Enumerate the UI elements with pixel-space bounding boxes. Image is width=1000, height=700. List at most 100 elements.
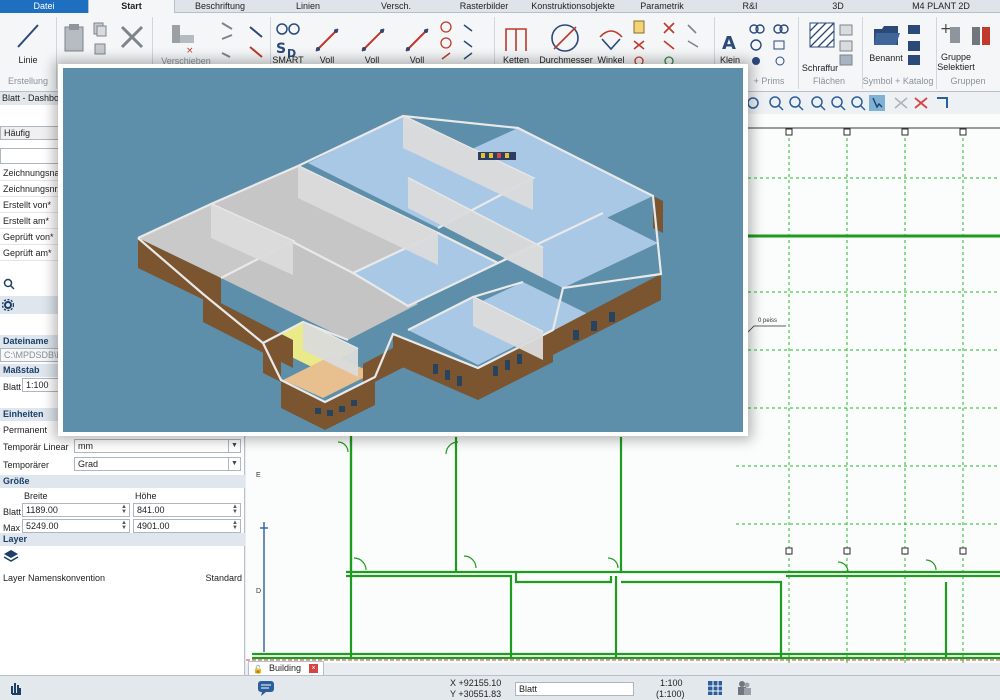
tab-beschriftung[interactable]: Beschriftung — [176, 0, 264, 13]
svg-text:+: + — [940, 21, 952, 37]
3d-preview-overlay — [58, 64, 748, 436]
grid-snap-icon[interactable] — [707, 680, 723, 696]
move-icon[interactable]: × — [168, 21, 202, 55]
cut-icon[interactable] — [92, 41, 108, 57]
close-icon[interactable]: × — [309, 664, 318, 673]
building-model — [137, 114, 663, 430]
tab-datei[interactable]: Datei — [0, 0, 88, 13]
tab-versch[interactable]: Versch. — [352, 0, 440, 13]
tab-start[interactable]: Start — [88, 0, 175, 14]
spinner-icon[interactable]: ▲ ▼ — [121, 520, 127, 531]
dimension-full-icon[interactable] — [312, 25, 342, 55]
dimension-full-icon-3[interactable] — [402, 25, 432, 55]
save-symbol-icon[interactable] — [906, 23, 924, 67]
layer-field[interactable]: Blatt — [515, 682, 634, 696]
smart-dimension-icon[interactable]: S D — [274, 21, 302, 59]
hatch-icon[interactable] — [808, 21, 836, 53]
gruppe-button[interactable]: Gruppe — [936, 53, 976, 62]
temp-winkel-label: Temporärer Winkel — [3, 460, 50, 484]
section-layer: Layer — [0, 533, 245, 546]
group-gruppen: Gruppen — [950, 76, 986, 86]
tab-ri[interactable]: R&I — [706, 0, 794, 13]
svg-text:A: A — [722, 33, 736, 54]
schraffur-button[interactable]: Schraffur — [800, 63, 840, 73]
haeufig-dropdown[interactable]: Häufig — [0, 126, 62, 140]
3d-building-render — [63, 68, 743, 432]
temp-winkel-value: Grad — [78, 459, 99, 469]
tab-m4-plant-2d[interactable]: M4 PLANT 2D — [882, 0, 1000, 13]
ribbon-tab-bar: Datei Start Beschriftung Linien Versch. … — [0, 0, 1000, 14]
chain-dimension-icon[interactable] — [502, 23, 530, 55]
copy-icon[interactable] — [92, 21, 108, 37]
spinner-icon[interactable]: ▲ ▼ — [121, 504, 127, 515]
users-icon[interactable] — [736, 680, 752, 696]
grid-label-e: E — [256, 472, 261, 479]
diameter-icon[interactable] — [548, 21, 582, 55]
dimension-full-icon-2[interactable] — [358, 25, 388, 55]
tab-linien[interactable]: Linien — [264, 0, 352, 13]
line-tool-icon[interactable] — [14, 21, 42, 51]
grid-lines — [736, 132, 1000, 663]
gear-icon[interactable] — [2, 299, 14, 311]
dateiname-field[interactable]: C:\MPDSDB\MA — [0, 348, 70, 362]
sheet-tab-building[interactable]: 🔓 Building × — [248, 661, 324, 675]
svg-text:×: × — [186, 46, 194, 55]
hoehe-label: Höhe — [135, 491, 157, 501]
layer-namenskonvention-label: Layer Namenskonvention — [3, 573, 106, 583]
tab-konstruktionsobjekte[interactable]: Konstruktionsobjekte — [528, 0, 618, 13]
tab-parametrik[interactable]: Parametrik — [618, 0, 706, 13]
dimension-options-icon[interactable] — [438, 19, 490, 67]
angle-icon[interactable] — [596, 23, 626, 53]
tab-rasterbilder[interactable]: Rasterbilder — [440, 0, 528, 13]
blatt-hoehe-value: 841.00 — [137, 505, 165, 515]
x-coordinate: X +92155.10 — [450, 678, 502, 688]
status-bar: X +92155.10 Y +30551.83 Blatt 1:100 (1:1… — [0, 675, 1000, 700]
paste-icon[interactable] — [60, 23, 90, 55]
trim-icon[interactable] — [246, 23, 266, 63]
search-icon[interactable] — [3, 278, 15, 290]
linie-button[interactable]: Linie — [8, 55, 48, 65]
spinner-icon[interactable]: ▲ ▼ — [232, 520, 238, 531]
temp-linear-select[interactable]: mm ▼ — [74, 439, 241, 453]
drawing-annotation: 0 peiss — [758, 318, 778, 324]
annotation-tools-icon[interactable] — [630, 19, 710, 67]
hand-icon[interactable] — [8, 680, 22, 696]
equipment — [478, 152, 516, 160]
y-coordinate: Y +30551.83 — [450, 689, 502, 699]
scale-value-secondary: (1:100) — [656, 689, 685, 699]
temp-linear-label: Temporär Linear — [3, 442, 69, 452]
group-symbol-katalog: Symbol + Katalog — [862, 76, 934, 86]
chat-icon[interactable] — [257, 680, 275, 696]
group-icon[interactable]: + — [940, 21, 964, 49]
chevron-down-icon[interactable]: ▼ — [228, 440, 240, 452]
delete-icon[interactable] — [118, 23, 146, 51]
blatt-breite-field[interactable]: 1189.00 ▲ ▼ — [22, 503, 130, 517]
blatt-breite-value: 1189.00 — [26, 505, 58, 515]
temp-linear-value: mm — [78, 441, 93, 451]
layers-icon[interactable] — [3, 549, 19, 563]
temp-winkel-select[interactable]: Grad ▼ — [74, 457, 241, 471]
max-hoehe-field[interactable]: 4901.00 ▲ ▼ — [133, 519, 241, 533]
blatt-hoehe-field[interactable]: 841.00 ▲ ▼ — [133, 503, 241, 517]
view-toolbar — [747, 95, 948, 111]
blank-field[interactable] — [0, 148, 62, 164]
chevron-down-icon[interactable]: ▼ — [228, 458, 240, 470]
folder-open-icon[interactable] — [872, 21, 900, 49]
layer-standard-value[interactable]: Standard — [190, 571, 242, 585]
tab-3d[interactable]: 3D — [794, 0, 882, 13]
max-breite-field[interactable]: 5249.00 ▲ ▼ — [22, 519, 130, 533]
text-klein-icon[interactable]: A — [718, 27, 744, 57]
group-flaechen: Flächen — [812, 76, 846, 86]
grid-label-d: D — [256, 588, 262, 595]
section-groesse: Größe — [0, 475, 245, 488]
blatt-row-label: Blatt — [3, 507, 22, 517]
benannt-button[interactable]: Benannt — [866, 53, 906, 63]
spinner-icon[interactable]: ▲ ▼ — [232, 504, 238, 515]
blatt-scale-field[interactable]: 1:100 — [22, 378, 62, 392]
modify-tools-icon[interactable] — [218, 19, 244, 65]
max-breite-value: 5249.00 — [26, 521, 59, 531]
blatt-scale-label: Blatt — [3, 382, 22, 392]
fill-icon[interactable] — [838, 23, 854, 67]
search-tools-icon[interactable] — [746, 19, 800, 67]
ungroup-icon[interactable] — [968, 21, 994, 51]
